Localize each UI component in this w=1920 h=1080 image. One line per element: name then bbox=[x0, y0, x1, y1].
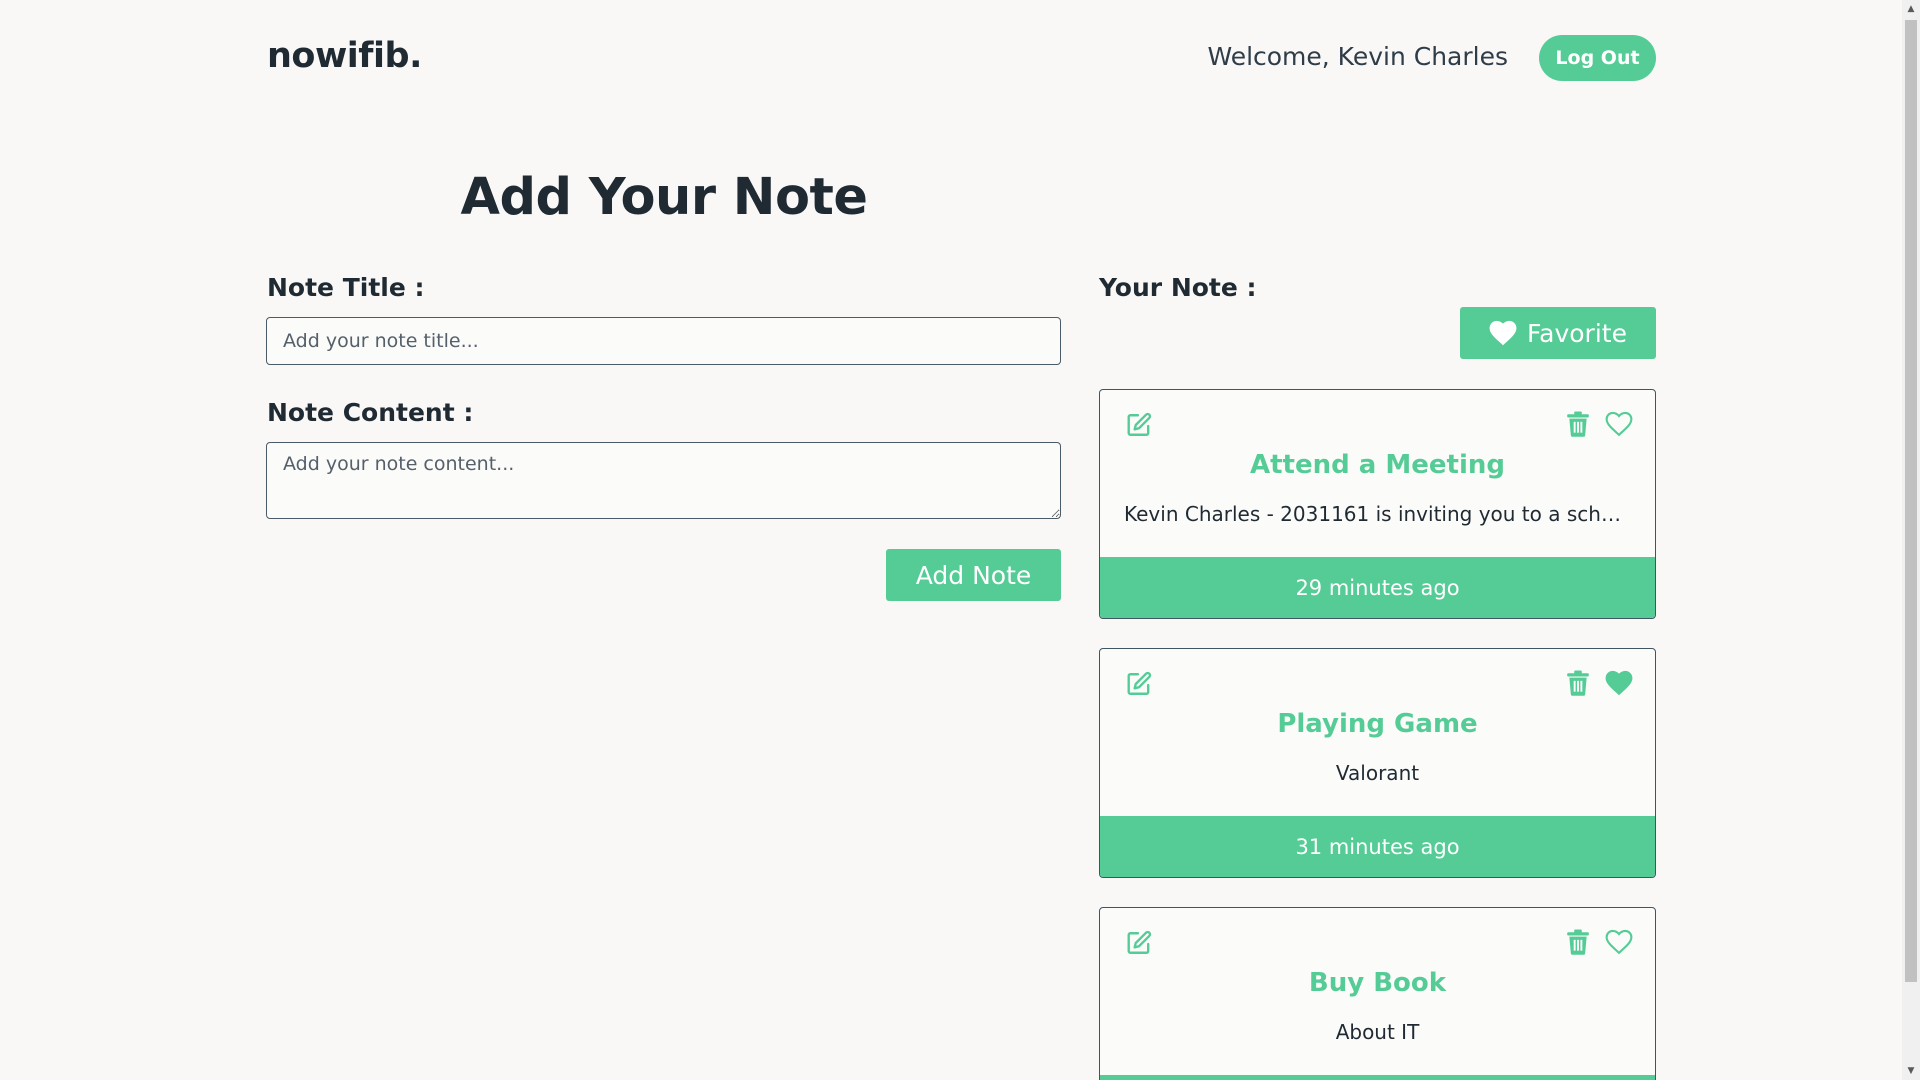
note-body: About IT bbox=[1335, 1020, 1420, 1044]
note-title-input[interactable] bbox=[266, 317, 1061, 365]
note-timestamp bbox=[1100, 1075, 1655, 1080]
heart-outline-icon[interactable] bbox=[1605, 929, 1633, 955]
trash-icon[interactable] bbox=[1566, 929, 1590, 955]
note-content-label: Note Content : bbox=[267, 398, 474, 427]
note-body: Kevin Charles - 2031161 is inviting you … bbox=[1124, 502, 1631, 526]
note-body: Valorant bbox=[1335, 761, 1420, 785]
scrollbar-thumb[interactable] bbox=[1905, 20, 1917, 982]
note-title: Attend a Meeting bbox=[1250, 450, 1505, 480]
favorite-filter-button[interactable]: Favorite bbox=[1460, 307, 1656, 359]
add-note-button[interactable]: Add Note bbox=[886, 549, 1061, 601]
page: nowifib. Welcome, Kevin Charles Log Out … bbox=[0, 0, 1920, 1080]
note-timestamp: 31 minutes ago bbox=[1100, 816, 1655, 877]
vertical-scrollbar[interactable]: ▲ ▼ bbox=[1902, 0, 1920, 1080]
edit-icon[interactable] bbox=[1126, 412, 1152, 438]
note-content-input[interactable] bbox=[266, 442, 1061, 519]
note-timestamp: 29 minutes ago bbox=[1100, 557, 1655, 618]
note-title: Buy Book bbox=[1308, 968, 1447, 998]
logout-button[interactable]: Log Out bbox=[1539, 35, 1656, 81]
heart-filled-icon[interactable] bbox=[1605, 670, 1633, 696]
note-title-label: Note Title : bbox=[267, 273, 425, 302]
scroll-down-arrow-icon[interactable]: ▼ bbox=[1902, 1062, 1920, 1080]
brand-logo[interactable]: nowifib. bbox=[267, 36, 422, 76]
your-note-label: Your Note : bbox=[1099, 273, 1257, 302]
note-card: Buy Book About IT bbox=[1099, 907, 1656, 1080]
form-heading: Add Your Note bbox=[460, 168, 868, 227]
trash-icon[interactable] bbox=[1566, 670, 1590, 696]
favorite-filter-label: Favorite bbox=[1527, 318, 1627, 348]
edit-icon[interactable] bbox=[1126, 930, 1152, 956]
note-card: Attend a Meeting Kevin Charles - 2031161… bbox=[1099, 389, 1656, 619]
note-card: Playing Game Valorant 31 minutes ago bbox=[1099, 648, 1656, 878]
edit-icon[interactable] bbox=[1126, 671, 1152, 697]
trash-icon[interactable] bbox=[1566, 411, 1590, 437]
scroll-up-arrow-icon[interactable]: ▲ bbox=[1902, 0, 1920, 18]
heart-outline-icon[interactable] bbox=[1605, 411, 1633, 437]
note-title: Playing Game bbox=[1277, 709, 1478, 739]
heart-icon bbox=[1489, 320, 1517, 346]
welcome-message: Welcome, Kevin Charles bbox=[1207, 42, 1508, 71]
